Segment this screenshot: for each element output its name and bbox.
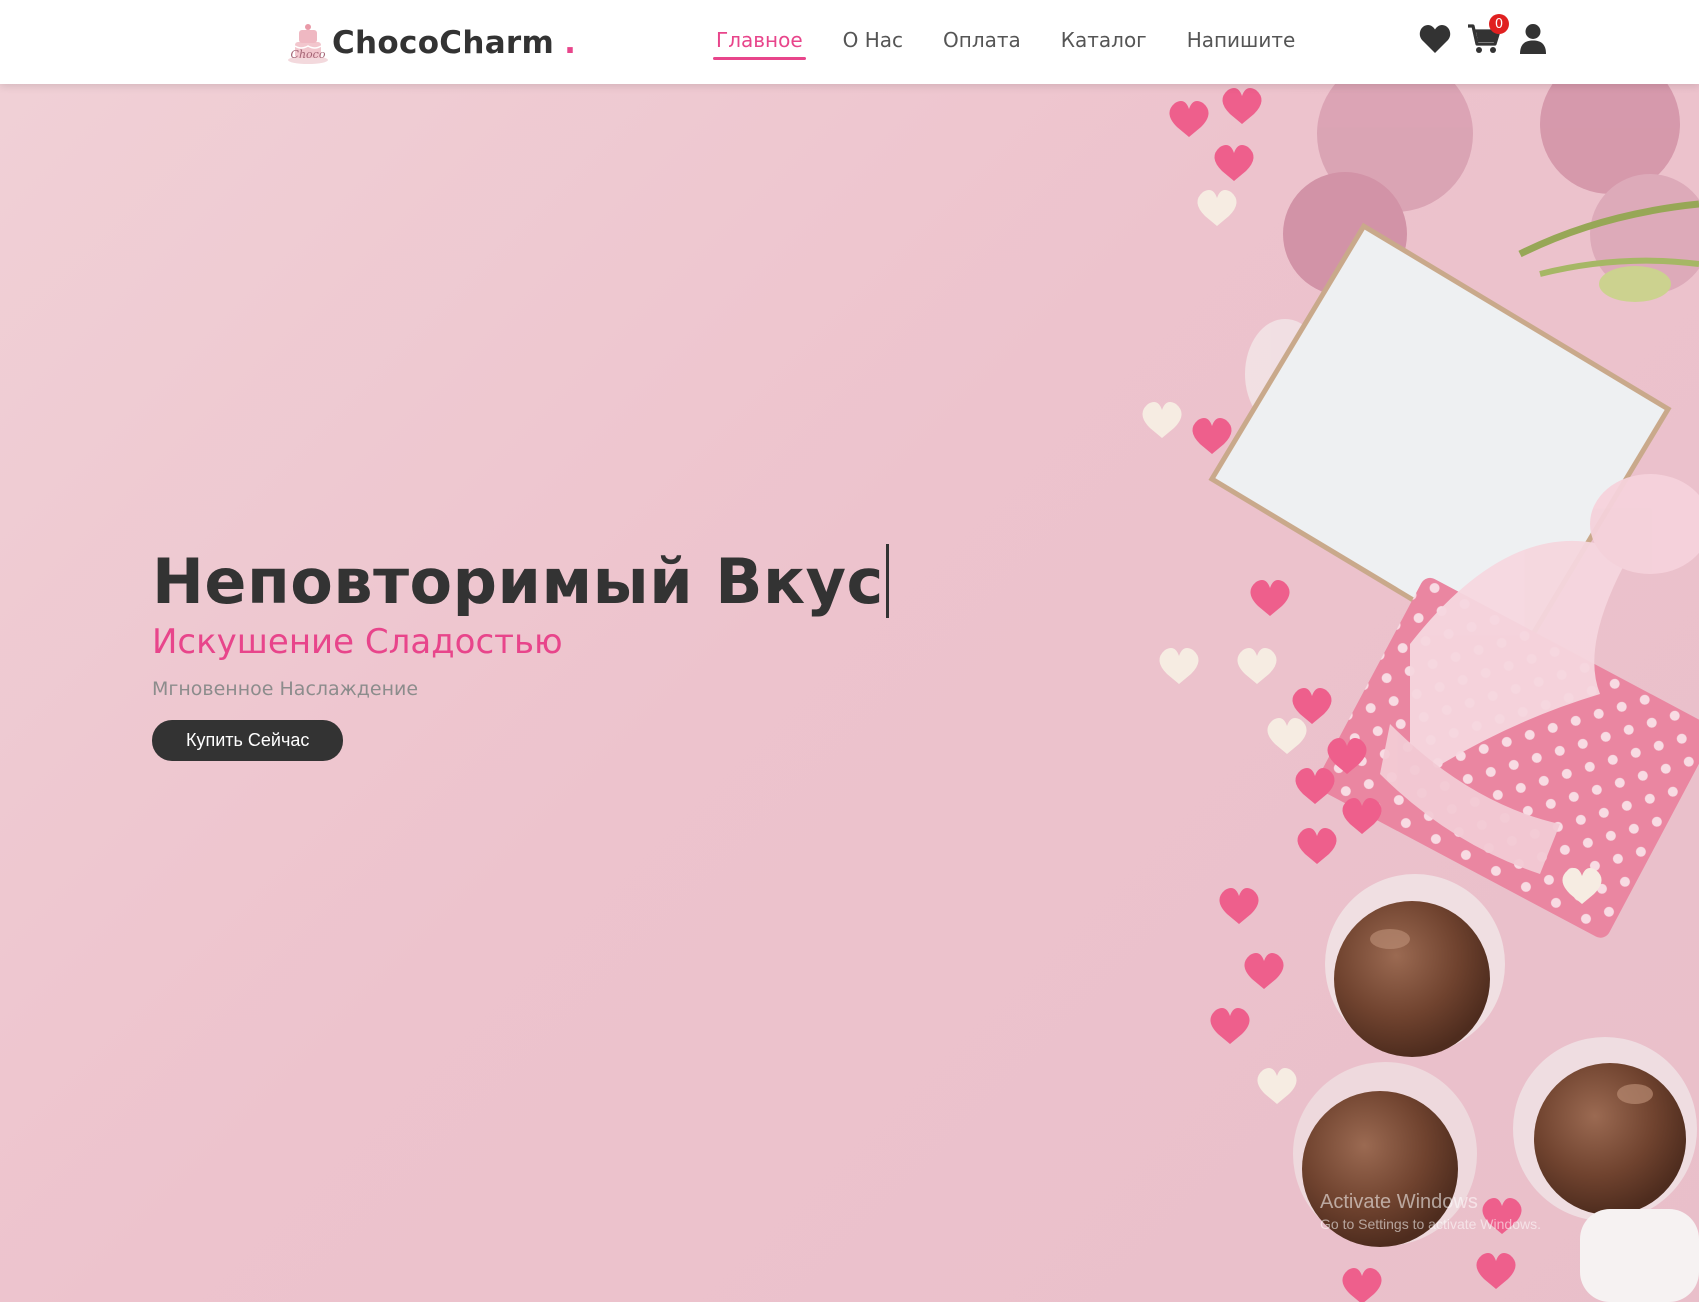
watermark-title: Activate Windows [1320,1191,1478,1213]
hero-text-block: Неповторимый Вкус Искушение Сладостью Мг… [152,544,889,761]
nav-item-home[interactable]: Главное [713,26,806,60]
hero-section: Неповторимый Вкус Искушение Сладостью Мг… [0,84,1699,1302]
windows-activation-watermark: Activate Windows Go to Settings to activ… [1320,1191,1541,1232]
nav-item-about[interactable]: О Нас [840,26,906,60]
main-nav: Главное О Нас Оплата Каталог Напишите [713,26,1332,60]
hero-subtitle: Искушение Сладостью [152,622,563,662]
header-icons: 0 [1418,14,1565,56]
heart-icon[interactable] [1418,22,1452,56]
site-header: Choco ChocoCharm . Главное О Нас Оплата … [0,0,1699,84]
nav-item-payment[interactable]: Оплата [940,26,1024,60]
brand-name[interactable]: ChocoCharm [332,25,554,61]
user-icon[interactable] [1516,22,1550,56]
cart-icon[interactable]: 0 [1467,14,1509,56]
nav-item-catalog[interactable]: Каталог [1058,26,1150,60]
buy-now-button[interactable]: Купить Сейчас [152,720,344,761]
hero-description: Мгновенное Наслаждение [152,678,419,700]
watermark-subtitle: Go to Settings to activate Windows. [1320,1216,1541,1232]
nav-item-contact[interactable]: Напишите [1184,26,1299,60]
brand-dot: . [564,25,576,61]
hero-title-text: Неповторимый Вкус [152,544,884,618]
typing-caret [885,544,889,618]
hero-title: Неповторимый Вкус [152,544,889,618]
logo-script-text: Choco [291,48,326,61]
logo-cake-icon: Choco [286,16,330,70]
cart-count-badge: 0 [1489,14,1509,34]
logo[interactable]: Choco ChocoCharm . [286,16,576,70]
